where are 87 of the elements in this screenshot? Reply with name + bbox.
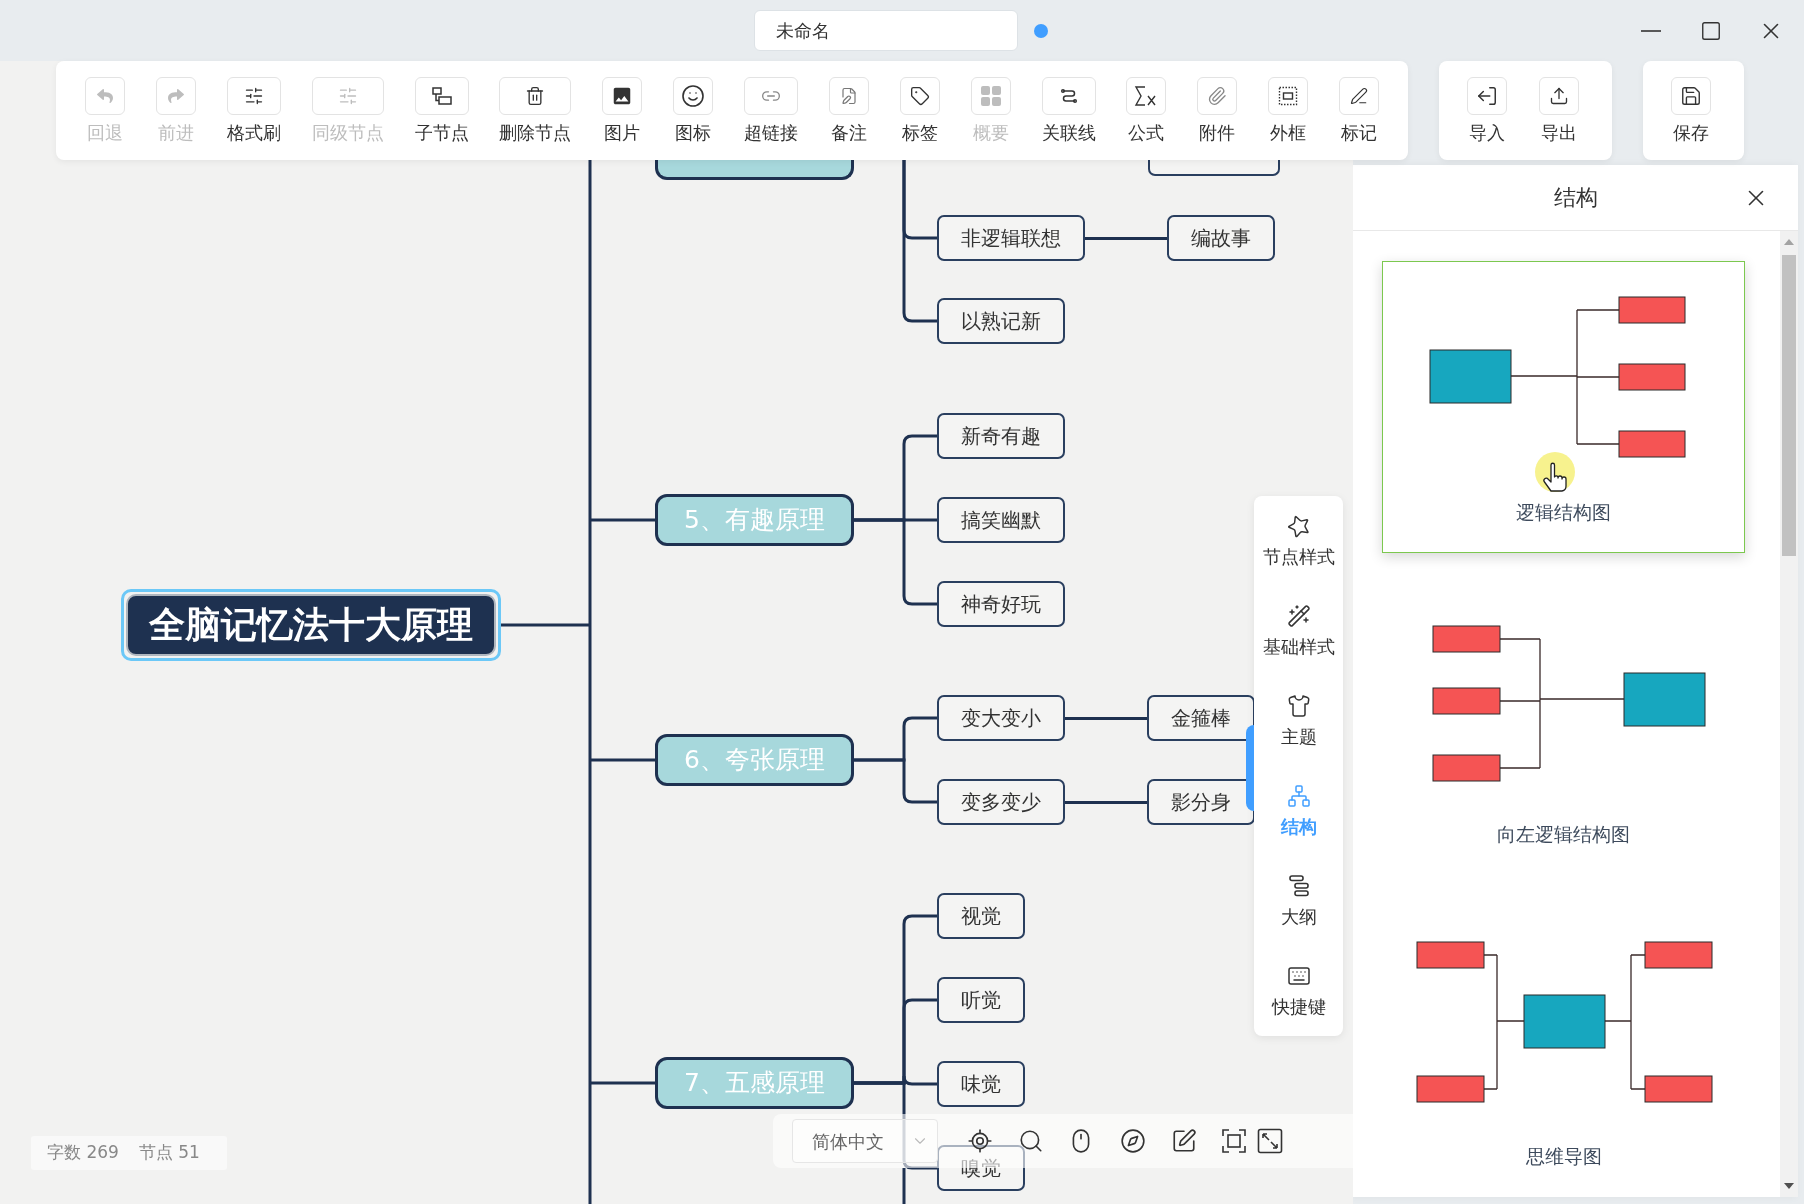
toolbar-button[interactable]: 外框 <box>1268 77 1309 145</box>
nodes-icon <box>414 77 469 115</box>
fullscreen-button[interactable] <box>1255 1126 1285 1156</box>
toolbar-button[interactable]: 标签 <box>899 77 940 145</box>
toolbar-button[interactable]: 子节点 <box>414 77 469 145</box>
fit-view-icon <box>1221 1128 1247 1154</box>
option-label: 向左逻辑结构图 <box>1497 823 1630 845</box>
navigator-button[interactable] <box>1118 1126 1148 1156</box>
upload-icon <box>1539 77 1579 115</box>
language-select[interactable]: 简体中文 <box>792 1119 938 1163</box>
toolbar-button[interactable]: 超链接 <box>744 77 798 145</box>
subtopic[interactable]: 听觉 <box>937 977 1025 1023</box>
stat-text: 节点 51 <box>138 1141 200 1165</box>
import-icon <box>1467 77 1507 115</box>
scrollbar-track[interactable] <box>1780 231 1798 1197</box>
subtopic[interactable]: 变多变少 <box>937 779 1065 825</box>
subtopic[interactable]: 味觉 <box>937 1061 1025 1107</box>
toolbar-button[interactable]: 删除节点 <box>499 77 572 145</box>
subtopic[interactable]: 编故事 <box>1167 215 1275 261</box>
edit-icon <box>1171 1128 1197 1154</box>
list-icon <box>1286 874 1311 898</box>
option-label: 思维导图 <box>1525 1145 1602 1167</box>
main-topic[interactable] <box>655 160 854 180</box>
subtopic[interactable]: 神奇好玩 <box>937 581 1065 627</box>
toolbar-button[interactable]: 导入 <box>1467 77 1507 145</box>
subtopic[interactable] <box>1148 160 1280 176</box>
subtopic[interactable]: 变大变小 <box>937 695 1065 741</box>
toolbar-button[interactable]: 标记 <box>1339 77 1379 145</box>
fit-view-button[interactable] <box>1219 1126 1249 1156</box>
subtopic[interactable]: 以熟记新 <box>937 298 1065 344</box>
panel-title: 结构 <box>1553 184 1598 212</box>
sigma-icon <box>1126 77 1167 115</box>
shirt-icon <box>1286 694 1311 718</box>
toolbar-button[interactable]: 图片 <box>602 77 643 145</box>
panel-tab[interactable]: 快捷键 <box>1254 946 1343 1036</box>
sliders-icon <box>226 77 281 115</box>
undo-icon <box>85 77 125 115</box>
crosshair-icon <box>967 1128 993 1154</box>
fullscreen-icon <box>1257 1128 1283 1154</box>
toolbar-button[interactable]: 图标 <box>673 77 714 145</box>
structure-option[interactable]: 逻辑结构图 <box>1382 261 1745 553</box>
subtopic[interactable]: 视觉 <box>937 893 1025 939</box>
tag-icon <box>899 77 940 115</box>
sliders-icon <box>311 77 384 115</box>
save-icon <box>1671 77 1711 115</box>
paperclip-icon <box>1197 77 1238 115</box>
maximize-icon <box>1700 19 1722 42</box>
scrollbar-thumb[interactable] <box>1782 255 1796 556</box>
toolbar-button[interactable]: 公式 <box>1126 77 1167 145</box>
search-icon <box>1018 1128 1044 1154</box>
compass-icon <box>1120 1128 1146 1154</box>
connector-icon <box>1041 77 1096 115</box>
panel-tab[interactable]: 基础样式 <box>1254 586 1343 676</box>
stat-text: 字数 269 <box>47 1141 119 1165</box>
trash-icon <box>499 77 572 115</box>
keyboard-icon <box>1286 964 1311 988</box>
frame-icon <box>1268 77 1309 115</box>
magic-wand-icon <box>1286 604 1311 628</box>
scroll-down-icon[interactable] <box>1784 1183 1794 1189</box>
image-icon <box>602 77 643 115</box>
note-icon <box>828 77 869 115</box>
panel-tab[interactable]: 大纲 <box>1254 856 1343 946</box>
subtopic[interactable]: 金箍棒 <box>1147 695 1255 741</box>
title-field[interactable]: 未命名 <box>754 10 1018 51</box>
panel-tab[interactable]: 节点样式 <box>1254 496 1343 586</box>
panel-tab[interactable]: 主题 <box>1254 676 1343 766</box>
subtopic[interactable]: 搞笑幽默 <box>937 497 1065 543</box>
toolbar-button[interactable]: 备注 <box>828 77 869 145</box>
minimize-icon <box>1641 29 1661 32</box>
subtopic[interactable]: 新奇有趣 <box>937 413 1065 459</box>
link-icon <box>744 77 798 115</box>
toolbar-button[interactable]: 格式刷 <box>226 77 281 145</box>
toolbar-button[interactable]: 关联线 <box>1041 77 1096 145</box>
option-label: 逻辑结构图 <box>1516 501 1611 523</box>
smiley-icon <box>673 77 714 115</box>
collapse-handle[interactable] <box>1246 725 1254 811</box>
central-topic[interactable]: 全脑记忆法十大原理 <box>121 589 501 661</box>
subtopic[interactable]: 嗅觉 <box>937 1145 1025 1191</box>
subtopic[interactable]: 非逻辑联想 <box>937 215 1085 261</box>
pen-icon <box>1339 77 1379 115</box>
toolbar-button[interactable]: 导出 <box>1539 77 1579 145</box>
toolbar-button[interactable]: 保存 <box>1671 77 1711 145</box>
toolbar-button[interactable]: 附件 <box>1197 77 1238 145</box>
grid-icon <box>970 77 1011 115</box>
subtopic[interactable]: 影分身 <box>1147 779 1255 825</box>
hierarchy-icon <box>1286 784 1311 808</box>
redo-icon <box>155 77 196 115</box>
